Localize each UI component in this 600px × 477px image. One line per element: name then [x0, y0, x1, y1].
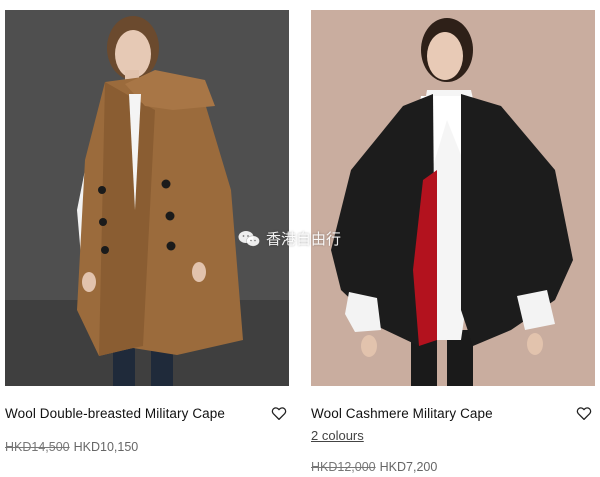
- price-row-2: HKD12,000 HKD7,200: [311, 460, 437, 474]
- product-title-2[interactable]: Wool Cashmere Military Cape: [311, 406, 493, 421]
- heart-outline-icon[interactable]: [270, 404, 288, 422]
- wechat-icon: [238, 230, 260, 246]
- sale-price-2: HKD7,200: [379, 460, 438, 474]
- original-price-2: HKD12,000: [311, 460, 376, 474]
- price-row-1: HKD14,500 HKD10,150: [5, 440, 138, 454]
- original-price-1: HKD14,500: [5, 440, 70, 454]
- product-image-2[interactable]: [311, 10, 595, 386]
- heart-outline-icon[interactable]: [575, 404, 593, 422]
- colour-options-link[interactable]: 2 colours: [311, 428, 364, 443]
- sale-price-1: HKD10,150: [73, 440, 139, 454]
- watermark: 香港自由行: [238, 228, 341, 249]
- product-image-1[interactable]: [5, 10, 289, 386]
- product-title-1[interactable]: Wool Double-breasted Military Cape: [5, 406, 225, 421]
- watermark-text: 香港自由行: [266, 230, 342, 248]
